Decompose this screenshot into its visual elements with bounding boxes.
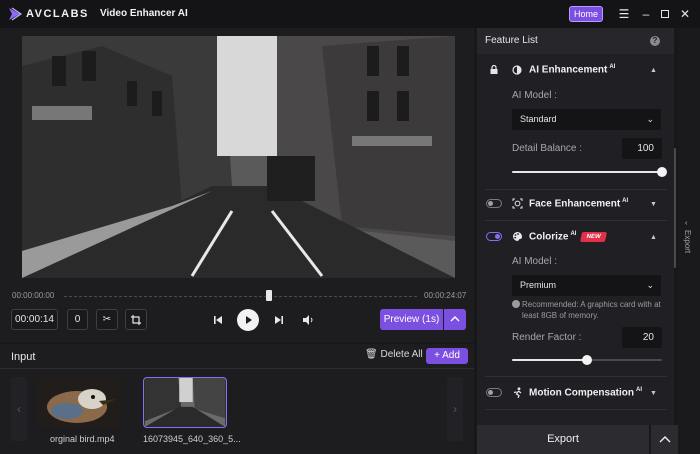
info-icon xyxy=(512,300,520,308)
colorize-label: Colorize xyxy=(529,231,569,243)
divider xyxy=(0,368,474,369)
render-factor-knob[interactable] xyxy=(582,355,592,365)
ai-superscript: AI xyxy=(570,231,577,237)
contrast-icon xyxy=(512,65,522,75)
ai-enhancement-title[interactable]: AI Enhancement AI xyxy=(529,64,615,75)
chevron-up-icon[interactable] xyxy=(444,309,466,330)
maximize-icon[interactable] xyxy=(658,7,672,21)
file-thumbnail-bird[interactable] xyxy=(37,377,121,428)
frame-field[interactable]: 0 xyxy=(67,309,88,330)
face-enhancement-toggle[interactable] xyxy=(486,199,502,208)
play-button[interactable] xyxy=(237,309,259,331)
file-name: 16073945_640_360_5... xyxy=(143,434,241,444)
timeline-track[interactable] xyxy=(64,296,417,297)
delete-all-label: Delete All xyxy=(380,349,423,360)
motion-compensation-label: Motion Compensation xyxy=(529,387,634,399)
colorize-toggle[interactable] xyxy=(486,232,502,241)
slider-fill xyxy=(512,359,587,361)
ai-model-label: AI Model : xyxy=(512,90,558,101)
face-icon xyxy=(512,198,523,209)
close-icon[interactable]: ✕ xyxy=(678,7,692,21)
caret-down-icon[interactable]: ▼ xyxy=(650,201,657,208)
running-figure-icon xyxy=(513,387,522,398)
feature-list-title: Feature List xyxy=(485,35,538,46)
gpu-recommendation-note: Recommended: A graphics card with at lea… xyxy=(522,300,661,320)
caret-up-icon[interactable]: ▲ xyxy=(650,234,657,241)
timeline-playhead[interactable] xyxy=(265,290,272,301)
detail-balance-slider[interactable] xyxy=(512,171,662,173)
render-factor-input[interactable]: 20 xyxy=(622,327,662,348)
toggle-knob xyxy=(488,201,493,206)
motion-compensation-title[interactable]: Motion Compensation AI xyxy=(529,387,642,398)
new-badge: NEW xyxy=(579,232,608,242)
chevron-down-icon: ⌄ xyxy=(646,280,654,290)
ai-model-select[interactable]: Standard ⌄ xyxy=(512,109,661,130)
export-side-label: Export xyxy=(683,230,692,254)
face-enhancement-title[interactable]: Face Enhancement AI xyxy=(529,198,628,209)
home-button[interactable]: Home xyxy=(569,6,603,22)
colorize-model-value: Premium xyxy=(520,280,557,290)
add-button[interactable]: + Add xyxy=(426,348,468,364)
detail-balance-input[interactable]: 100 xyxy=(622,138,662,159)
export-button[interactable]: Export xyxy=(477,425,649,454)
previous-frame-icon[interactable] xyxy=(213,315,223,325)
minimize-icon[interactable]: – xyxy=(639,7,653,21)
motion-compensation-toggle[interactable] xyxy=(486,388,502,397)
scroll-right-icon[interactable]: › xyxy=(447,377,463,441)
chevron-down-icon: ⌄ xyxy=(646,114,654,124)
feature-list-panel xyxy=(477,28,674,425)
scissors-icon[interactable]: ✂ xyxy=(96,309,118,330)
toggle-knob xyxy=(488,390,493,395)
palette-icon xyxy=(513,232,522,241)
ai-superscript: AI xyxy=(609,64,616,70)
delete-all-button[interactable]: 🗑 Delete All xyxy=(365,349,423,360)
hamburger-icon[interactable]: ☰ xyxy=(617,7,631,21)
caret-down-icon[interactable]: ▼ xyxy=(650,390,657,397)
volume-icon[interactable] xyxy=(302,314,314,326)
divider xyxy=(485,220,667,221)
next-frame-icon[interactable] xyxy=(274,315,284,325)
chevron-up-icon[interactable] xyxy=(650,425,678,454)
divider xyxy=(485,376,667,377)
crop-icon[interactable] xyxy=(125,309,147,330)
avclabs-logo-icon xyxy=(9,7,22,21)
timeline-start-time: 00:00:00:00 xyxy=(12,291,55,300)
video-preview xyxy=(22,36,455,278)
chevron-left-icon: ‹ xyxy=(685,220,688,227)
caret-up-icon[interactable]: ▲ xyxy=(650,67,657,74)
divider xyxy=(485,409,667,410)
colorize-model-select[interactable]: Premium ⌄ xyxy=(512,275,661,296)
app-title: Video Enhancer AI xyxy=(100,8,188,19)
colorize-title[interactable]: Colorize AI xyxy=(529,231,576,242)
file-name: orginal bird.mp4 xyxy=(50,434,115,444)
file-thumbnail-street[interactable] xyxy=(143,377,227,428)
timeline-end-time: 00:00:24:07 xyxy=(424,291,467,300)
detail-balance-knob[interactable] xyxy=(657,167,667,177)
face-enhancement-label: Face Enhancement xyxy=(529,198,621,210)
lock-icon xyxy=(490,65,498,74)
help-icon[interactable]: ? xyxy=(650,36,660,46)
slider-fill xyxy=(512,171,662,173)
toggle-knob xyxy=(495,234,500,239)
ai-superscript: AI xyxy=(636,387,642,393)
ai-model-value: Standard xyxy=(520,114,557,124)
trash-icon: 🗑 xyxy=(365,349,378,360)
scroll-left-icon[interactable]: ‹ xyxy=(11,377,27,441)
detail-balance-label: Detail Balance : xyxy=(512,143,583,154)
input-title: Input xyxy=(11,351,36,363)
feature-list-scrollbar[interactable] xyxy=(674,148,676,268)
ai-superscript: AI xyxy=(622,198,629,204)
divider xyxy=(485,189,667,190)
ai-model-label: AI Model : xyxy=(512,256,558,267)
ai-enhancement-label: AI Enhancement xyxy=(529,64,608,76)
render-factor-label: Render Factor : xyxy=(512,332,582,343)
preview-button[interactable]: Preview (1s) xyxy=(380,309,443,330)
brand-name: AVCLABS xyxy=(26,8,89,20)
current-time-field[interactable]: 00:00:14 xyxy=(11,309,58,330)
